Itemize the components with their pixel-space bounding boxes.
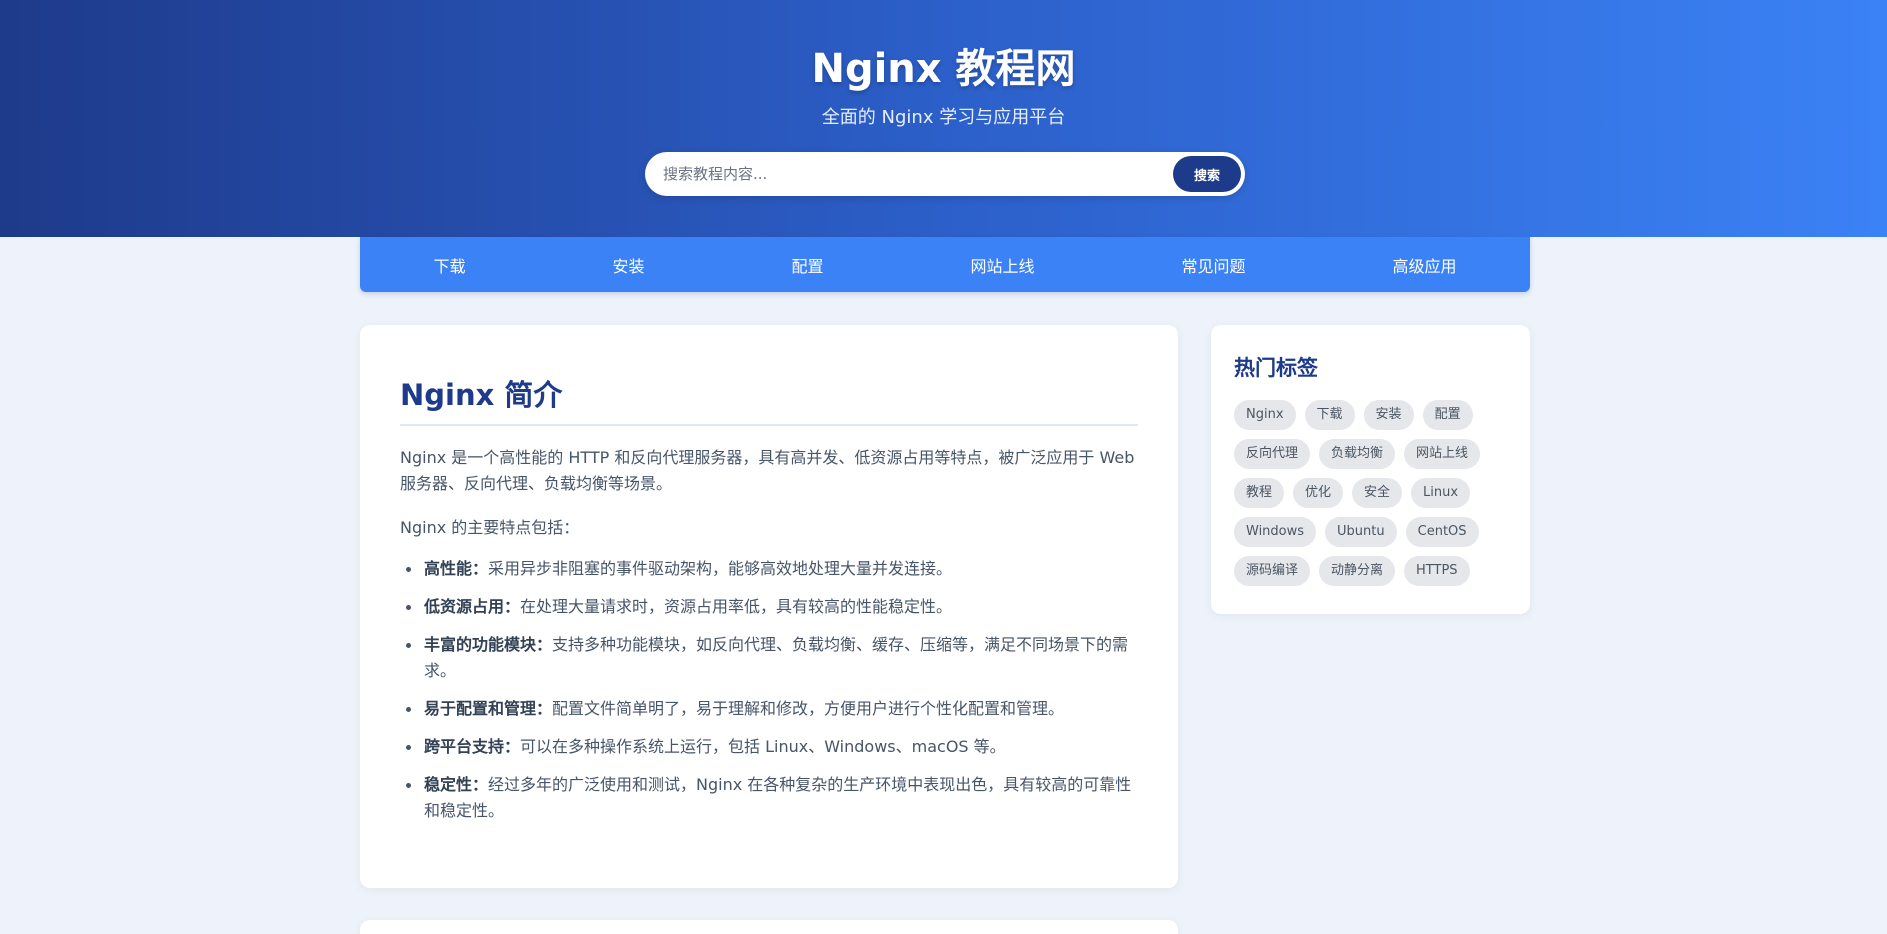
search-bar: 搜索: [645, 152, 1245, 196]
search-button[interactable]: 搜索: [1173, 156, 1241, 192]
nav-item-advanced[interactable]: 高级应用: [1372, 245, 1476, 285]
feature-item: 跨平台支持：可以在多种操作系统上运行，包括 Linux、Windows、macO…: [400, 734, 1140, 760]
tag-linux[interactable]: Linux: [1411, 478, 1471, 508]
nav-item-config[interactable]: 配置: [771, 245, 843, 285]
tag-load-balancing[interactable]: 负载均衡: [1319, 439, 1396, 469]
tag-tutorial[interactable]: 教程: [1234, 478, 1285, 508]
tag-nginx[interactable]: Nginx: [1234, 400, 1296, 430]
tag-config[interactable]: 配置: [1422, 400, 1473, 430]
feature-text: 配置文件简单明了，易于理解和修改，方便用户进行个性化配置和管理。: [552, 699, 1065, 718]
next-section-card: [360, 920, 1178, 934]
feature-label: 跨平台支持：: [424, 737, 521, 756]
feature-list: 高性能：采用异步非阻塞的事件驱动架构，能够高效地处理大量并发连接。 低资源占用：…: [400, 556, 1140, 836]
feature-text: 经过多年的广泛使用和测试，Nginx 在各种复杂的生产环境中表现出色，具有较高的…: [424, 775, 1132, 820]
tag-cloud: Nginx 下载 安装 配置 反向代理 负载均衡 网站上线 教程 优化 安全 L…: [1234, 400, 1514, 586]
feature-item: 低资源占用：在处理大量请求时，资源占用率低，具有较高的性能稳定性。: [400, 594, 1140, 620]
nav-item-faq[interactable]: 常见问题: [1161, 245, 1265, 285]
tag-windows[interactable]: Windows: [1234, 517, 1317, 547]
nav-item-download[interactable]: 下载: [413, 245, 485, 285]
nav-item-deploy[interactable]: 网站上线: [950, 245, 1054, 285]
feature-text: 采用异步非阻塞的事件驱动架构，能够高效地处理大量并发连接。: [488, 559, 953, 578]
tag-security[interactable]: 安全: [1352, 478, 1403, 508]
tag-static-dynamic-separation[interactable]: 动静分离: [1319, 556, 1396, 586]
tag-reverse-proxy[interactable]: 反向代理: [1234, 439, 1311, 469]
feature-text: 在处理大量请求时，资源占用率低，具有较高的性能稳定性。: [520, 597, 953, 616]
sidebar-title: 热门标签: [1234, 356, 1318, 380]
feature-item: 稳定性：经过多年的广泛使用和测试，Nginx 在各种复杂的生产环境中表现出色，具…: [400, 772, 1140, 824]
feature-label: 稳定性：: [424, 775, 489, 794]
intro-paragraph: Nginx 是一个高性能的 HTTP 和反向代理服务器，具有高并发、低资源占用等…: [400, 448, 1135, 493]
tag-source-compile[interactable]: 源码编译: [1234, 556, 1311, 586]
main-nav: 下载 安装 配置 网站上线 常见问题 高级应用: [360, 237, 1530, 292]
tag-deploy[interactable]: 网站上线: [1404, 439, 1481, 469]
nav-item-install[interactable]: 安装: [592, 245, 664, 285]
site-subtitle: 全面的 Nginx 学习与应用平台: [821, 107, 1066, 128]
feature-item: 高性能：采用异步非阻塞的事件驱动架构，能够高效地处理大量并发连接。: [400, 556, 1140, 582]
tag-centos[interactable]: CentOS: [1405, 517, 1479, 547]
feature-label: 高性能：: [424, 559, 489, 578]
site-header: Nginx 教程网 全面的 Nginx 学习与应用平台 搜索: [0, 0, 1887, 237]
tag-optimization[interactable]: 优化: [1293, 478, 1344, 508]
tag-ubuntu[interactable]: Ubuntu: [1325, 517, 1397, 547]
tag-https[interactable]: HTTPS: [1404, 556, 1470, 586]
popular-tags-card: 热门标签 Nginx 下载 安装 配置 反向代理 负载均衡 网站上线 教程 优化…: [1211, 325, 1530, 614]
search-input[interactable]: [663, 152, 1143, 196]
tag-download[interactable]: 下载: [1304, 400, 1355, 430]
feature-item: 丰富的功能模块：支持多种功能模块，如反向代理、负载均衡、缓存、压缩等，满足不同场…: [400, 632, 1140, 684]
tag-install[interactable]: 安装: [1363, 400, 1414, 430]
site-title: Nginx 教程网: [811, 46, 1076, 92]
section-title: Nginx 简介: [400, 378, 563, 412]
feature-item: 易于配置和管理：配置文件简单明了，易于理解和修改，方便用户进行个性化配置和管理。: [400, 696, 1140, 722]
feature-label: 易于配置和管理：: [424, 699, 553, 718]
intro-card: Nginx 简介 Nginx 是一个高性能的 HTTP 和反向代理服务器，具有高…: [360, 325, 1178, 888]
title-divider: [400, 424, 1138, 426]
features-heading: Nginx 的主要特点包括：: [400, 518, 580, 537]
feature-label: 丰富的功能模块：: [424, 635, 553, 654]
feature-text: 可以在多种操作系统上运行，包括 Linux、Windows、macOS 等。: [520, 737, 1006, 756]
feature-label: 低资源占用：: [424, 597, 521, 616]
